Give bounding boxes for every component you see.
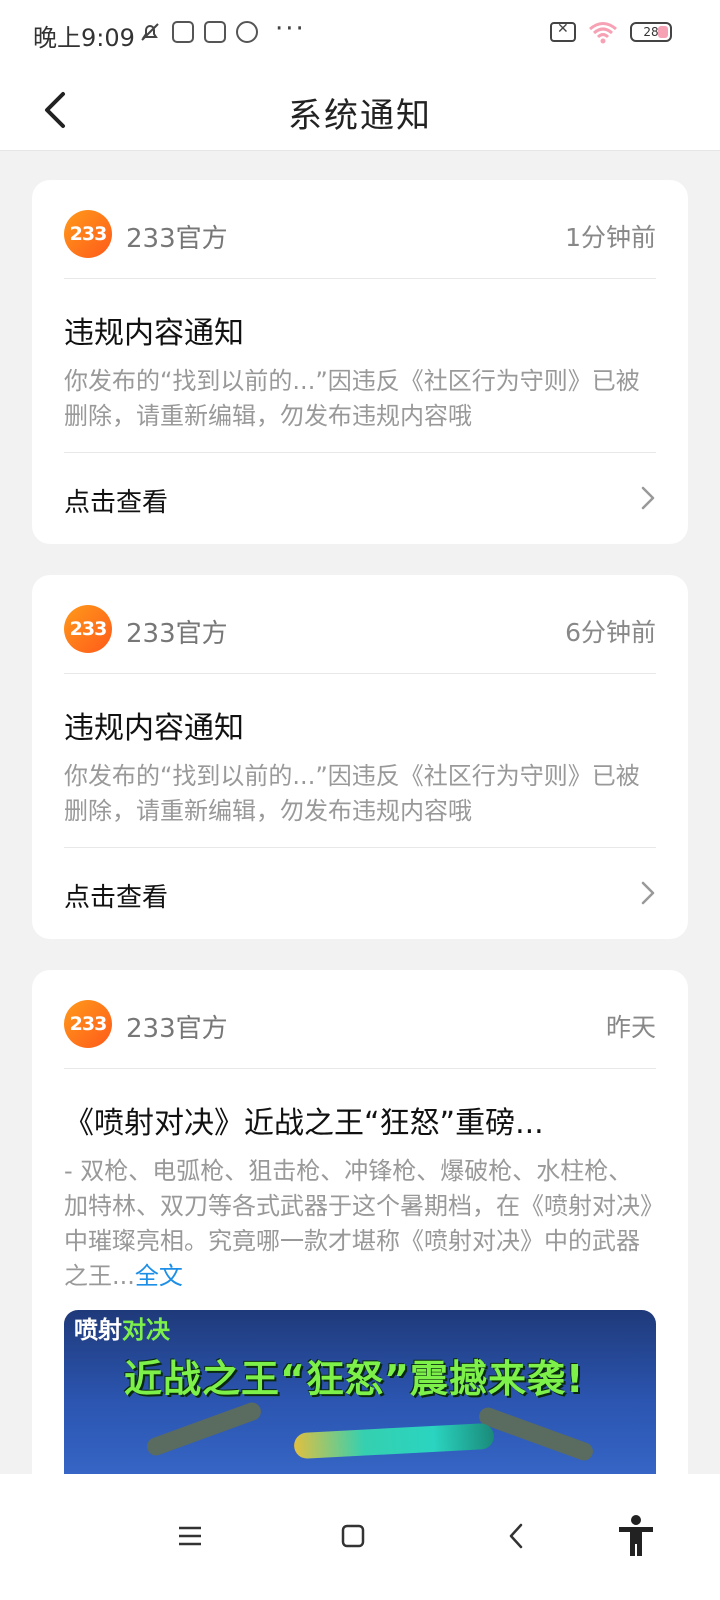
game-logo: 喷射对决 xyxy=(74,1310,170,1345)
robot-arm xyxy=(144,1400,264,1458)
home-button[interactable] xyxy=(325,1508,381,1564)
notification-time: 1分钟前 xyxy=(565,223,656,252)
divider xyxy=(64,1068,656,1069)
notification-card[interactable]: 233 233官方 1分钟前 违规内容通知 你发布的“找到以前的...”因违反《… xyxy=(32,180,688,544)
divider xyxy=(64,847,656,848)
accessibility-button[interactable] xyxy=(608,1508,664,1564)
view-details-label: 点击查看 xyxy=(64,883,169,913)
weapon-illustration xyxy=(293,1422,495,1460)
sender-name: 233官方 xyxy=(126,619,228,649)
system-nav-bar xyxy=(0,1474,720,1600)
sender-name: 233官方 xyxy=(126,1014,228,1044)
no-sim-icon xyxy=(550,21,576,42)
divider xyxy=(64,673,656,674)
game-logo-part: 喷射 xyxy=(74,1316,122,1344)
view-details-row[interactable]: 点击查看 xyxy=(64,454,656,544)
robot-arm xyxy=(476,1405,596,1463)
wifi-icon xyxy=(589,22,617,44)
app-notification-icon xyxy=(204,21,226,43)
app-notification-icon xyxy=(172,21,194,43)
card-header: 233 233官方 昨天 xyxy=(64,1000,656,1052)
chevron-left-icon xyxy=(509,1523,523,1549)
app-header: 系统通知 xyxy=(0,70,720,151)
notification-card[interactable]: 233 233官方 6分钟前 违规内容通知 你发布的“找到以前的...”因违反《… xyxy=(32,575,688,939)
menu-icon xyxy=(179,1526,201,1546)
page-title: 系统通知 xyxy=(288,96,432,136)
chevron-right-icon xyxy=(641,486,655,510)
status-time: 晚上9:09 xyxy=(33,24,135,52)
card-header: 233 233官方 1分钟前 xyxy=(64,210,656,262)
notification-time: 昨天 xyxy=(605,1013,656,1042)
read-more-link[interactable]: 全文 xyxy=(135,1262,183,1290)
avatar: 233 xyxy=(64,210,112,258)
avatar: 233 xyxy=(64,605,112,653)
view-details-label: 点击查看 xyxy=(64,488,169,518)
battery-level: 28 xyxy=(643,25,659,39)
notification-body: - 双枪、电弧枪、狙击枪、冲锋枪、爆破枪、水柱枪、加特林、双刀等各式武器于这个暑… xyxy=(64,1154,656,1294)
chevron-right-icon xyxy=(641,881,655,905)
menu-button[interactable] xyxy=(162,1508,218,1564)
app-notification-icon xyxy=(236,21,258,43)
sender-name: 233官方 xyxy=(126,224,228,254)
bell-off-icon xyxy=(141,23,159,41)
battery-icon: 28 xyxy=(630,22,672,42)
status-bar: 晚上9:09 ··· 28 xyxy=(0,0,720,70)
divider xyxy=(64,452,656,453)
avatar: 233 xyxy=(64,1000,112,1048)
nav-back-button[interactable] xyxy=(488,1508,544,1564)
accessibility-icon xyxy=(619,1515,653,1556)
view-details-row[interactable]: 点击查看 xyxy=(64,849,656,939)
more-notifications-icon: ··· xyxy=(275,14,306,44)
game-logo-part: 对决 xyxy=(122,1316,170,1344)
notification-title: 违规内容通知 xyxy=(64,316,244,351)
notification-time: 6分钟前 xyxy=(565,618,656,647)
notification-title: 违规内容通知 xyxy=(64,711,244,746)
notification-body: 你发布的“找到以前的...”因违反《社区行为守则》已被删除，请重新编辑，勿发布违… xyxy=(64,367,640,430)
banner-slogan: 近战之王“狂怒”震撼来袭! xyxy=(124,1357,585,1401)
battery-fill xyxy=(658,26,668,38)
card-header: 233 233官方 6分钟前 xyxy=(64,605,656,657)
notification-body: 你发布的“找到以前的...”因违反《社区行为守则》已被删除，请重新编辑，勿发布违… xyxy=(64,762,640,825)
square-home-icon xyxy=(341,1524,365,1548)
divider xyxy=(64,278,656,279)
notification-icons xyxy=(138,20,258,44)
notification-title: 《喷射对决》近战之王“狂怒”重磅... xyxy=(64,1106,544,1141)
